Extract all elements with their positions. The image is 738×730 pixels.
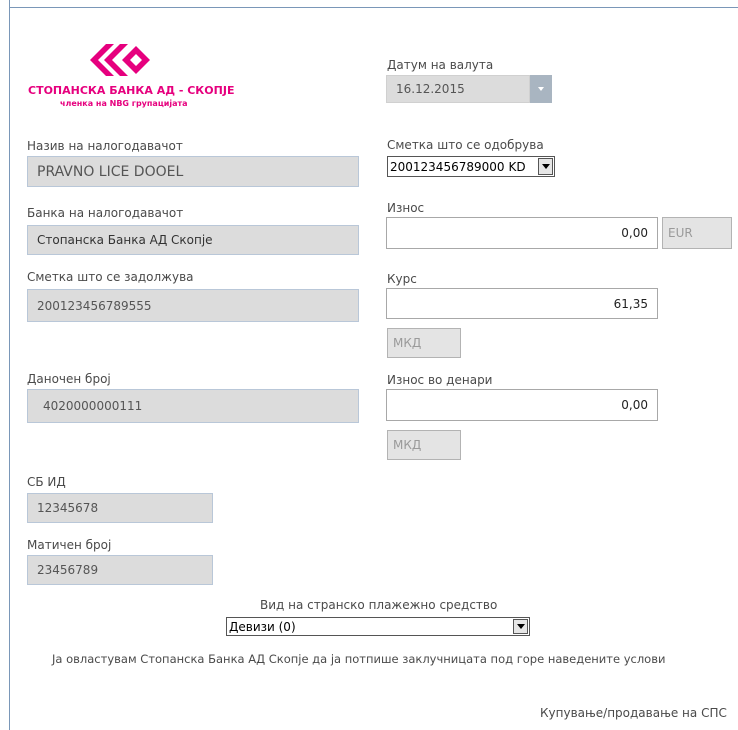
sb-id-label: СБ ИД [27, 475, 66, 489]
instrument-type-value: Девизи (0) [229, 619, 296, 634]
amount-currency: EUR [662, 217, 732, 249]
window-frame-left [9, 0, 10, 730]
bank-tagline: членка на NBG групацијата [60, 99, 188, 108]
rate-currency: МКД [387, 328, 461, 358]
chevron-down-icon [541, 164, 550, 169]
reg-number-label: Матичен број [27, 538, 112, 552]
instrument-type-label: Вид на странско плажежно средство [260, 598, 498, 612]
credit-account-select[interactable]: 200123456789000 KD [387, 156, 555, 177]
amount-input[interactable]: 0,00 [386, 217, 658, 249]
instrument-type-select[interactable]: Девизи (0) [226, 617, 530, 636]
tax-number-value: 4020000000111 [43, 399, 143, 413]
stopanska-banka-logo-icon [90, 44, 150, 76]
rate-label: Курс [387, 272, 417, 286]
chevron-down-icon [538, 87, 544, 91]
dropdown-arrow [513, 619, 528, 634]
credit-account-currency: KD [508, 159, 526, 174]
amount-mkd-input[interactable]: 0,00 [386, 389, 658, 421]
payer-bank-label: Банка на налогодавачот [27, 206, 184, 220]
value-date-label: Датум на валута [387, 58, 494, 72]
rate-input[interactable]: 61,35 [386, 288, 658, 319]
reg-number-value: 23456789 [37, 563, 99, 577]
amount-mkd-currency: МКД [387, 430, 461, 460]
rate-currency-code: МКД [393, 336, 422, 350]
debit-account-field: 200123456789555 [27, 289, 359, 322]
tax-number-label: Даночен број [27, 372, 111, 386]
amount-mkd-value: 0,00 [621, 398, 648, 412]
sb-id-value: 12345678 [37, 501, 99, 515]
bank-logo: СТОПАНСКА БАНКА АД - СКОПЈЕ членка на NB… [28, 40, 238, 120]
footer-text: Купување/продавање на СПС [540, 706, 727, 720]
payer-name-field: PRAVNO LICE DOOEL [27, 156, 359, 187]
date-picker-button[interactable] [530, 75, 552, 103]
authorization-text: Ја овластувам Стопанска Банка АД Скопје … [52, 652, 666, 666]
value-date-value: 16.12.2015 [396, 82, 465, 96]
window-frame-top [9, 7, 738, 8]
credit-account-value: 200123456789000 [390, 159, 505, 174]
amount-mkd-label: Износ во денари [387, 373, 493, 387]
payer-name-label: Назив на налогодавачот [27, 139, 183, 153]
chevron-down-icon [516, 624, 525, 629]
value-date-field[interactable]: 16.12.2015 [386, 75, 530, 103]
amount-value: 0,00 [621, 226, 648, 240]
amount-mkd-currency-code: МКД [393, 438, 422, 452]
debit-account-value: 200123456789555 [37, 298, 152, 313]
rate-value: 61,35 [613, 296, 648, 311]
bank-name: СТОПАНСКА БАНКА АД - СКОПЈЕ [28, 84, 235, 97]
tax-number-field: 4020000000111 [27, 389, 359, 423]
debit-account-label: Сметка што се задолжува [27, 270, 194, 284]
payer-name-value: PRAVNO LICE DOOEL [37, 163, 184, 180]
credit-account-label: Сметка што се одобрува [387, 138, 544, 152]
sb-id-field: 12345678 [27, 493, 213, 523]
reg-number-field: 23456789 [27, 555, 213, 585]
amount-currency-code: EUR [668, 226, 693, 240]
payer-bank-field: Стопанска Банка АД Скопје [27, 225, 359, 255]
payer-bank-value: Стопанска Банка АД Скопје [37, 233, 213, 247]
dropdown-arrow [538, 158, 553, 175]
amount-label: Износ [387, 201, 425, 215]
